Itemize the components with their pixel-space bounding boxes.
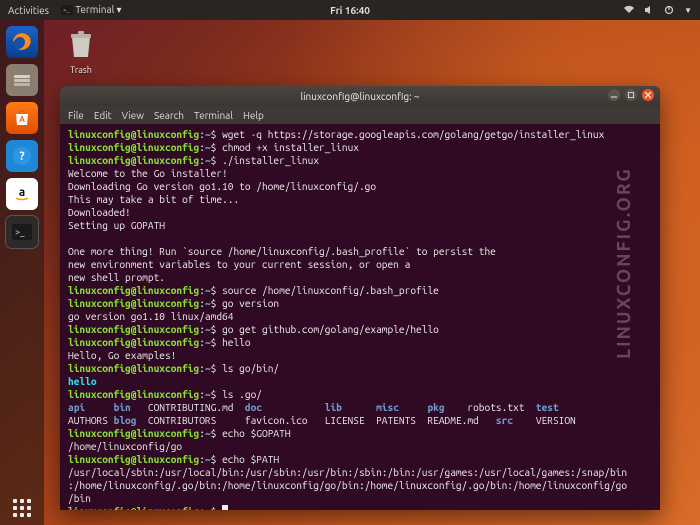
activities-button[interactable]: Activities [8,5,49,16]
files-icon [12,71,32,89]
dock-software[interactable]: A [6,102,38,134]
menu-help[interactable]: Help [243,110,264,121]
dock-help[interactable]: ? [6,140,38,172]
question-icon: ? [12,146,32,166]
terminal-icon: >_ [12,224,32,240]
svg-text:a: a [19,186,26,199]
svg-text:>_: >_ [15,227,25,237]
clock[interactable]: Fri 16:40 [330,0,370,20]
menu-terminal[interactable]: Terminal [194,110,233,121]
window-maximize-button[interactable] [625,89,637,101]
chevron-down-icon: ▼ [684,6,692,15]
dock-amazon[interactable]: a [6,178,38,210]
window-minimize-button[interactable] [608,89,620,101]
svg-text:A: A [19,115,25,124]
terminal-window: linuxconfig@linuxconfig: ~ File Edit Vie… [60,86,660,510]
top-bar: Activities >_ Terminal ▾ Fri 16:40 ▼ [0,0,700,20]
menu-edit[interactable]: Edit [94,110,112,121]
trash-icon[interactable]: Trash [56,30,106,75]
menu-search[interactable]: Search [154,110,184,121]
app-menu[interactable]: >_ Terminal ▾ [61,4,122,17]
terminal-menubar: File Edit View Search Terminal Help [60,106,660,124]
trash-glyph [67,30,95,65]
amazon-icon: a [12,184,32,204]
dock-firefox[interactable] [6,26,38,58]
dock-terminal[interactable]: >_ [6,216,38,248]
svg-text:?: ? [19,150,24,163]
terminal-body[interactable]: linuxconfig@linuxconfig:~$ wget -q https… [60,124,660,510]
svg-text:>_: >_ [63,7,69,14]
menu-file[interactable]: File [68,110,84,121]
window-title: linuxconfig@linuxconfig: ~ [301,91,420,102]
dock: A ? a >_ [0,20,44,525]
window-close-button[interactable] [642,89,654,101]
network-icon [624,5,634,15]
terminal-icon: >_ [61,5,73,17]
shopping-bag-icon: A [12,108,32,128]
firefox-icon [11,31,33,53]
dock-files[interactable] [6,64,38,96]
trash-label: Trash [70,65,92,75]
show-applications-button[interactable] [13,499,31,517]
system-tray[interactable]: ▼ [624,5,692,15]
power-icon [664,5,674,15]
sound-icon [644,5,654,15]
menu-view[interactable]: View [122,110,144,121]
window-titlebar[interactable]: linuxconfig@linuxconfig: ~ [60,86,660,106]
